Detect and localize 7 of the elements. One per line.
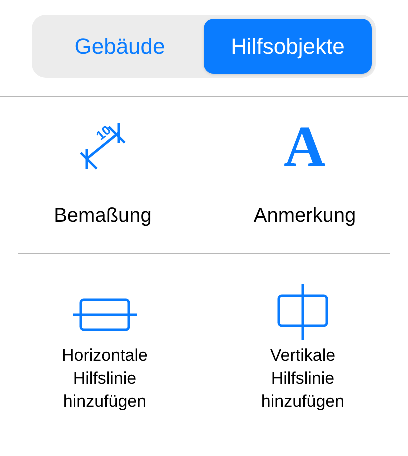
tool-button[interactable]: 10 Bemaßung	[2, 119, 204, 231]
letter-icon: A	[284, 119, 326, 175]
guide-button[interactable]: Vertikale Hilfslinie hinzufügen	[204, 284, 402, 413]
segment-tab[interactable]: Hilfsobjekte	[204, 19, 372, 74]
guide-button[interactable]: Horizontale Hilfslinie hinzufügen	[6, 284, 204, 413]
tool-button[interactable]: A Anmerkung	[204, 119, 406, 231]
vertical-guide-icon	[277, 284, 329, 340]
